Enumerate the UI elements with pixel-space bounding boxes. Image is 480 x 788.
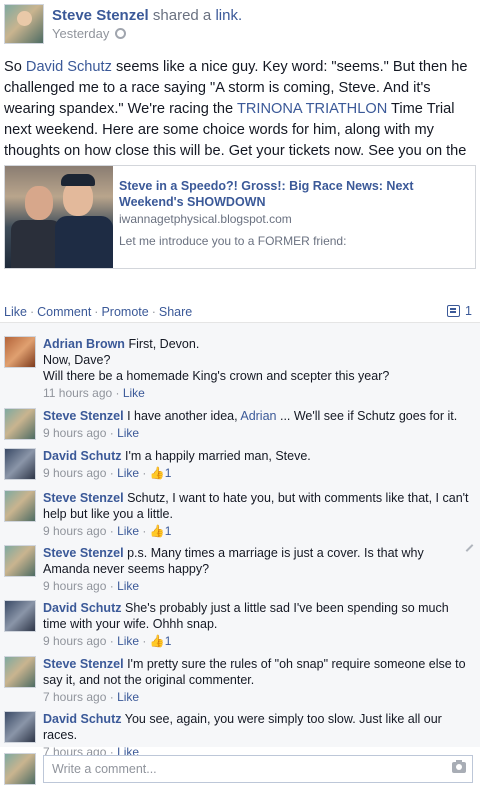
comment-meta: 9 hours ago · Like <box>43 579 140 593</box>
person-right <box>55 216 113 268</box>
comment-time[interactable]: 9 hours ago <box>43 634 106 648</box>
thumbs-up-icon[interactable]: 👍 <box>150 634 165 648</box>
person-left <box>11 220 61 268</box>
avatar[interactable] <box>4 490 36 522</box>
comment-meta: 9 hours ago · Like · 👍1 <box>43 466 172 480</box>
link-domain: iwannagetphysical.blogspot.com <box>119 212 292 226</box>
comment-meta: 9 hours ago · Like · 👍1 <box>43 524 172 538</box>
comment-like-button[interactable]: Like <box>117 426 139 440</box>
comment-time[interactable]: 9 hours ago <box>43 426 106 440</box>
thumbs-up-icon[interactable]: 👍 <box>150 466 165 480</box>
separator: · <box>151 305 156 319</box>
comment-text: I'm a happily married man, Steve. <box>124 449 311 463</box>
cap <box>61 174 95 186</box>
post-timestamp[interactable]: Yesterday <box>52 26 109 41</box>
comment-text-line: Now, Dave? <box>43 353 111 367</box>
comment-count[interactable]: 1 <box>447 304 472 318</box>
post-timestamp-row: Yesterday <box>52 26 127 41</box>
comment-meta: 11 hours ago · Like <box>43 386 145 400</box>
link-title[interactable]: Steve in a Speedo?! Gross!: Big Race New… <box>119 178 469 210</box>
comment-author[interactable]: Adrian Brown <box>43 337 125 351</box>
separator: · <box>29 305 35 319</box>
link-description: Let me introduce you to a FORMER friend: <box>119 234 347 248</box>
thumbs-up-icon[interactable]: 👍 <box>150 524 165 538</box>
comment-time[interactable]: 7 hours ago <box>43 690 106 704</box>
comment-like-button[interactable]: Like <box>117 524 139 538</box>
share-verb: shared a link. <box>152 7 243 24</box>
comment-body: Steve Stenzel I have another idea, Adria… <box>43 408 471 441</box>
mention-trinona-triathlon[interactable]: TRINONA TRIATHLON <box>237 101 387 117</box>
comment-like-count[interactable]: 1 <box>165 634 172 648</box>
comment-time[interactable]: 11 hours ago <box>43 386 112 400</box>
like-button[interactable]: Like <box>4 305 27 319</box>
promote-button[interactable]: Promote <box>101 305 148 319</box>
shared-object-link[interactable]: link. <box>215 7 242 24</box>
comment-author[interactable]: Steve Stenzel <box>43 409 124 423</box>
comment-like-button[interactable]: Like <box>117 634 139 648</box>
comment-author[interactable]: Steve Stenzel <box>43 491 124 505</box>
comment-like-button[interactable]: Like <box>117 579 139 593</box>
comments-section: Adrian Brown First, Devon. Now, Dave? Wi… <box>0 323 480 759</box>
comment-body: Steve Stenzel Schutz, I want to hate you… <box>43 490 471 539</box>
comment-text: ... We'll see if Schutz goes for it. <box>276 409 458 423</box>
globe-icon[interactable] <box>115 28 127 39</box>
share-button[interactable]: Share <box>159 305 192 319</box>
comment-button[interactable]: Comment <box>37 305 91 319</box>
viewer-avatar[interactable] <box>4 753 36 785</box>
mention-adrian[interactable]: Adrian <box>240 409 276 423</box>
camera-icon[interactable] <box>452 760 466 773</box>
avatar[interactable] <box>4 711 36 743</box>
comment-time[interactable]: 9 hours ago <box>43 524 106 538</box>
comment-text-line: Will there be a homemade King's crown an… <box>43 369 390 383</box>
avatar[interactable] <box>4 408 36 440</box>
comment-text: I have another idea, <box>127 409 241 423</box>
link-preview-card[interactable]: Steve in a Speedo?! Gross!: Big Race New… <box>4 165 476 269</box>
comment-bubble-icon <box>447 305 461 317</box>
post-header: Steve Stenzel shared a link. <box>52 7 242 24</box>
comment-time[interactable]: 9 hours ago <box>43 579 106 593</box>
comment-like-button[interactable]: Like <box>117 466 139 480</box>
comment-body: Adrian Brown First, Devon. Now, Dave? Wi… <box>43 336 471 401</box>
mention-david-schutz[interactable]: David Schutz <box>26 59 112 75</box>
comment-body: David Schutz She's probably just a littl… <box>43 600 471 649</box>
comment-author[interactable]: David Schutz <box>43 712 122 726</box>
avatar[interactable] <box>4 448 36 480</box>
author-name[interactable]: Steve Stenzel <box>52 7 149 24</box>
comment-text: First, Devon. <box>128 337 200 351</box>
avatar[interactable] <box>4 545 36 577</box>
comment-like-button[interactable]: Like <box>117 690 139 704</box>
comment-body: David Schutz You see, again, you were si… <box>43 711 471 760</box>
comment-like-count[interactable]: 1 <box>165 524 172 538</box>
avatar[interactable] <box>4 656 36 688</box>
comment-count-value: 1 <box>465 304 472 318</box>
avatar[interactable] <box>4 336 36 368</box>
comment-meta: 9 hours ago · Like · 👍1 <box>43 634 172 648</box>
comment-body: David Schutz I'm a happily married man, … <box>43 448 471 481</box>
separator: · <box>94 305 99 319</box>
avatar[interactable] <box>4 600 36 632</box>
comment-author[interactable]: David Schutz <box>43 601 122 615</box>
comment-author[interactable]: Steve Stenzel <box>43 546 124 560</box>
comment-time[interactable]: 9 hours ago <box>43 466 106 480</box>
face-left <box>25 186 53 220</box>
comment-meta: 9 hours ago · Like <box>43 426 140 440</box>
author-avatar[interactable] <box>4 4 44 44</box>
comment-like-button[interactable]: Like <box>123 386 145 400</box>
comment-meta: 7 hours ago · Like <box>43 690 140 704</box>
write-comment-input[interactable] <box>43 755 473 783</box>
link-preview-image[interactable] <box>5 166 113 268</box>
comment-body: Steve Stenzel I'm pretty sure the rules … <box>43 656 471 705</box>
post-actions: Like · Comment · Promote · Share <box>4 305 192 319</box>
comment-body: Steve Stenzel p.s. Many times a marriage… <box>43 545 471 594</box>
post-text-segment: So <box>4 59 26 75</box>
comment-author[interactable]: Steve Stenzel <box>43 657 124 671</box>
comment-author[interactable]: David Schutz <box>43 449 122 463</box>
comment-like-count[interactable]: 1 <box>165 466 172 480</box>
